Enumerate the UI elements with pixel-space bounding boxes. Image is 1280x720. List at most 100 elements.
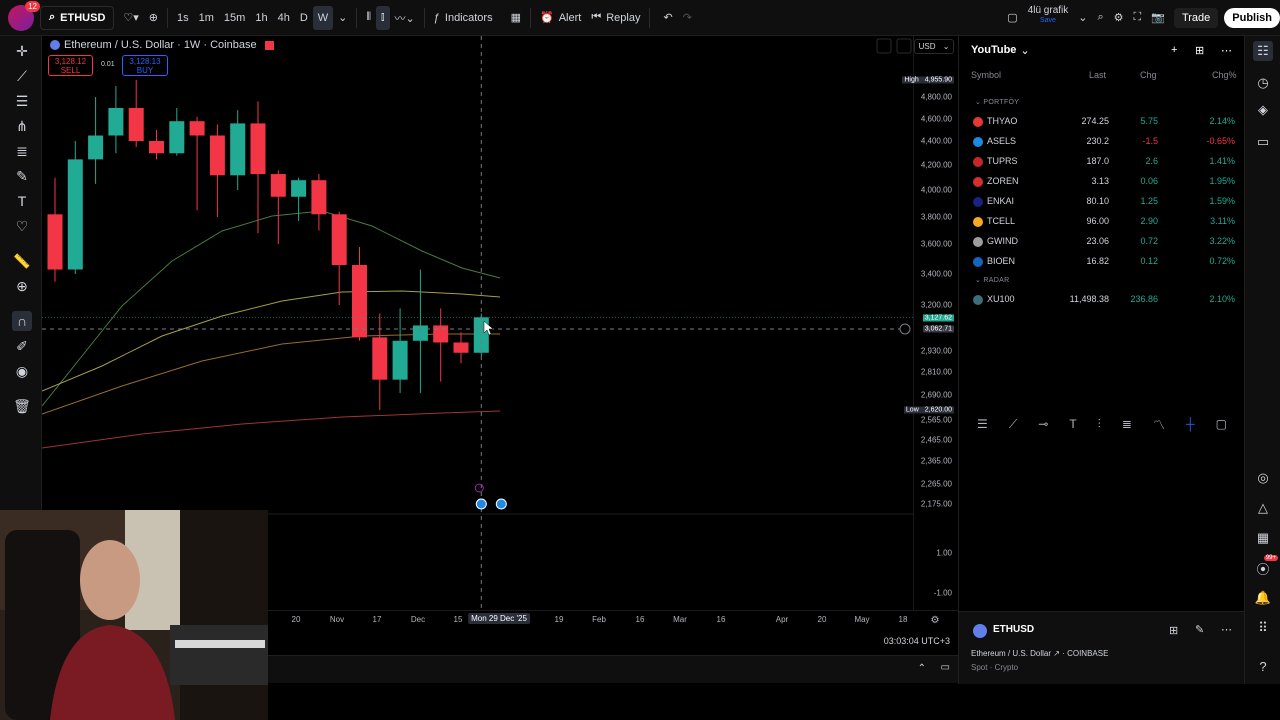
long-position-icon[interactable]: ⫶ [1098, 417, 1101, 432]
camera-icon[interactable]: 📷 [1146, 6, 1170, 30]
horizontal-line-icon[interactable]: ⊸ [1038, 417, 1048, 431]
interval-w[interactable]: W [312, 5, 334, 30]
detail-symbol[interactable]: ETHUSD [993, 624, 1034, 635]
eye-icon[interactable]: ◉ [12, 361, 32, 381]
notifications-icon[interactable]: 🔔 [1253, 588, 1273, 608]
chevron-up-icon[interactable]: ⌃ [918, 663, 926, 674]
templates-icon[interactable]: ▦ [506, 6, 526, 30]
rectangle-icon[interactable]: ▢ [1216, 417, 1227, 431]
add-symbol-icon[interactable]: ⊕ [144, 6, 163, 30]
watchlist-title[interactable]: YouTube [971, 44, 1016, 56]
fib-icon[interactable]: ≣ [1122, 417, 1132, 431]
undo-icon[interactable]: ↶ [658, 6, 677, 30]
pattern-icon[interactable]: ♡ [12, 216, 32, 236]
price-tick: 4,000.00 [920, 185, 952, 195]
path-icon[interactable]: 〽 [1153, 416, 1165, 433]
sell-button[interactable]: 3,128.12 SELL [48, 55, 93, 76]
watchlist-row[interactable]: TUPRS 187.0 2.6 1.41% [959, 152, 1245, 172]
pitchfork-icon[interactable]: ⋔ [12, 116, 32, 136]
watchlist-row[interactable]: GWIND 23.06 0.72 3.22% [959, 232, 1245, 252]
redo-icon[interactable]: ↷ [678, 6, 697, 30]
interval-15m[interactable]: 15m [219, 6, 250, 30]
watchlist-row[interactable]: ASELS 230.2 -1.5 -0.65% [959, 132, 1245, 152]
price-axis[interactable]: USD ⌄ 4,800.00 4,600.00 4,400.00 4,200.00 4,0… [902, 36, 958, 610]
crosshair-icon[interactable]: ✛ [12, 41, 32, 61]
replay-button[interactable]: ⏮ Replay [586, 6, 645, 30]
indicators-button[interactable]: ƒ Indicators [429, 6, 498, 30]
publish-button[interactable]: Publish [1224, 7, 1280, 28]
interval-4h[interactable]: 4h [273, 6, 295, 30]
help-icon[interactable]: ? [1253, 656, 1273, 676]
crosshair-icon[interactable]: ┼ [1186, 417, 1195, 431]
trend-line-icon[interactable]: ⟋ [1009, 417, 1017, 432]
watchlist-row[interactable]: THYAO 274.25 5.75 2.14% [959, 112, 1245, 132]
buy-button[interactable]: 3,128.13 BUY [122, 55, 168, 76]
col-chgp[interactable]: Chg% [1212, 70, 1237, 80]
layout-name-button[interactable]: 4lü grafik Save [1023, 5, 1074, 30]
text-icon[interactable]: T [12, 191, 32, 211]
quick-search-icon[interactable]: ⌕ [1092, 6, 1108, 30]
watchlist-row[interactable]: ENKAI 80.10 1.25 1.59% [959, 192, 1245, 212]
calendar-icon[interactable]: ▦ [1253, 528, 1273, 548]
layout-icon[interactable]: ⊞ [1169, 624, 1178, 637]
watchlist-section-header[interactable]: ⌄ RADAR [975, 276, 1009, 284]
lock-drawing-icon[interactable]: ✐ [12, 336, 32, 356]
chevron-down-icon[interactable]: ⌄ [1073, 6, 1092, 30]
candles-icon[interactable]: ⫾ [376, 5, 390, 30]
bar-chart-icon[interactable]: ⫴ [361, 6, 376, 30]
alert-button[interactable]: ⏰ Alert [535, 6, 586, 30]
time-axis[interactable]: 20 Nov 17 Dec 15 19 Feb 16 Mar 16 Apr 20 May 18 Mon 2… [268, 610, 958, 628]
col-chg[interactable]: Chg [1140, 70, 1157, 80]
horizontal-lines-icon[interactable]: ☰ [12, 91, 32, 111]
brush-icon[interactable]: ✎ [12, 166, 32, 186]
trend-line-icon[interactable]: ⟋ [12, 66, 32, 86]
alerts-clock-icon[interactable]: ◷ [1253, 73, 1273, 93]
watchlist-row[interactable]: ZOREN 3.13 0.06 1.95% [959, 172, 1245, 192]
text-icon[interactable]: T [1069, 417, 1076, 431]
target-icon[interactable]: ◎ [1253, 468, 1273, 488]
zoom-in-icon[interactable]: ⊕ [12, 276, 32, 296]
symbol-search-button[interactable]: ⌕ ETHUSD [40, 5, 115, 30]
interval-1s[interactable]: 1s [172, 6, 194, 30]
chevron-down-icon[interactable]: ⌄ [333, 6, 352, 30]
fullscreen-icon[interactable]: ⛶ [1129, 6, 1147, 30]
chevron-down-icon[interactable]: ⌄ [1020, 44, 1029, 57]
user-avatar[interactable]: 12 [8, 0, 40, 31]
heart-icon[interactable]: ♡▾ [118, 6, 143, 30]
apps-icon[interactable]: ⠿ [1253, 618, 1273, 638]
ruler-icon[interactable]: 📏 [12, 251, 32, 271]
streams-icon[interactable]: ⦿ 99+ [1253, 555, 1278, 578]
col-symbol[interactable]: Symbol [971, 70, 1001, 80]
line-chart-icon[interactable]: 〰⌄ [390, 6, 420, 30]
lines-icon[interactable]: ☰ [977, 417, 988, 431]
edit-icon[interactable]: ✎ [1195, 623, 1204, 636]
col-last[interactable]: Last [1089, 70, 1106, 80]
watchlist-icon[interactable]: ☷ [1253, 41, 1273, 61]
crosshair-price-tag: 3,062.71 [922, 325, 954, 333]
ideas-icon[interactable]: △ [1253, 498, 1273, 518]
magnet-icon[interactable]: ∩ [12, 311, 32, 331]
add-symbol-icon[interactable]: + [1171, 44, 1177, 56]
external-link-icon[interactable]: ↗ · [1053, 649, 1067, 658]
more-icon[interactable]: ⋯ [1221, 623, 1232, 636]
watchlist-row[interactable]: XU100 11,498.38 236.86 2.10% [959, 290, 1245, 310]
watchlist-row[interactable]: BIOEN 16.82 0.12 0.72% [959, 252, 1245, 272]
settings-icon[interactable]: ⚙ [1109, 6, 1129, 30]
watchlist-section-header[interactable]: ⌄ PORTFÖY [975, 98, 1019, 106]
maximize-panel-icon[interactable]: ▭ [941, 662, 950, 673]
chat-icon[interactable]: ▭ [1253, 132, 1273, 152]
more-icon[interactable]: ⋯ [1221, 44, 1232, 57]
watchlist-header[interactable]: YouTube ⌄ + ⊞ ⋯ [959, 36, 1245, 64]
trash-icon[interactable]: 🗑 [12, 396, 32, 416]
layout-icon[interactable]: ▢ [1002, 6, 1022, 30]
watchlist-row[interactable]: TCELL 96.00 2.90 3.11% [959, 212, 1245, 232]
trade-button[interactable]: Trade [1173, 7, 1219, 28]
goto-date-icon[interactable]: ⚙ [931, 615, 940, 626]
interval-d[interactable]: D [295, 6, 313, 30]
interval-1m[interactable]: 1m [194, 6, 219, 30]
fib-icon[interactable]: ≣ [12, 141, 32, 161]
currency-button[interactable]: USD ⌄ [914, 39, 954, 54]
advanced-view-icon[interactable]: ⊞ [1195, 44, 1204, 57]
layers-icon[interactable]: ◈ [1253, 100, 1273, 120]
interval-1h[interactable]: 1h [250, 6, 272, 30]
